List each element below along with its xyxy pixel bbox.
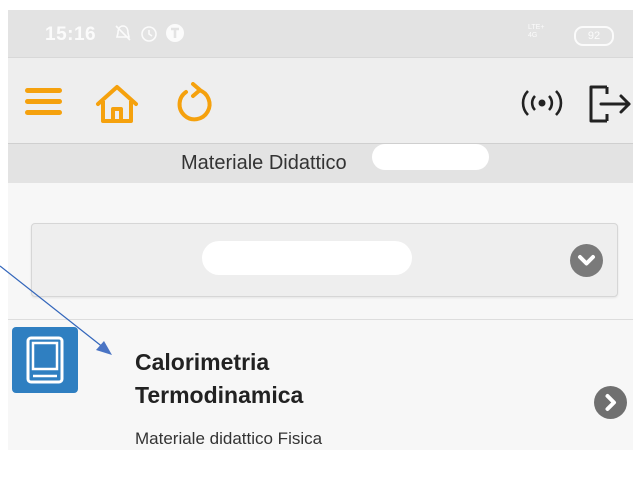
annotation-arrow — [0, 265, 112, 355]
